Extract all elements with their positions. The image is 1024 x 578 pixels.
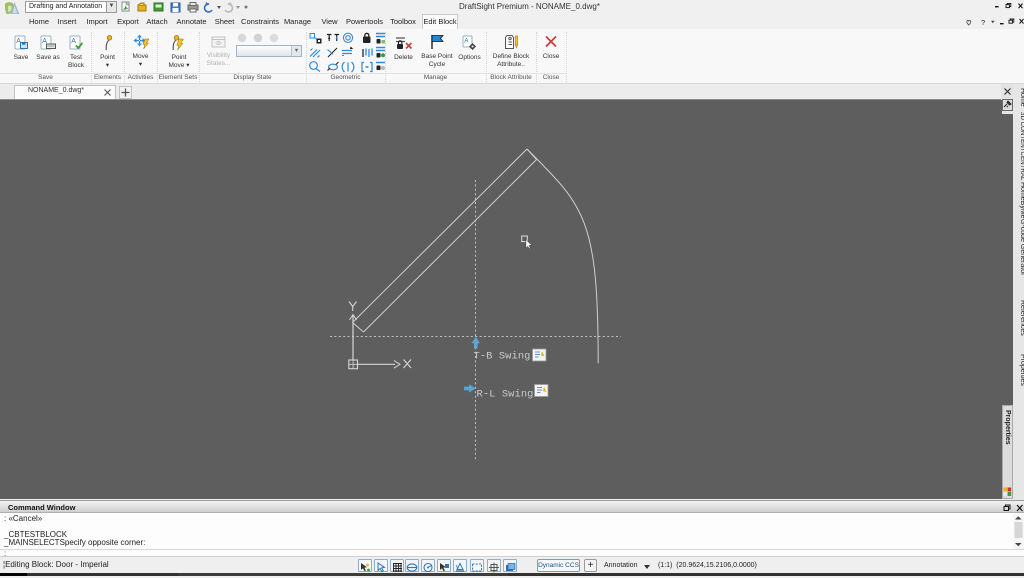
svg-text:Home: Home [1019, 88, 1024, 107]
svg-text:T-B Swing: T-B Swing [474, 351, 531, 363]
svg-text:References: References [1019, 300, 1024, 336]
svg-text:Properties: Properties [1019, 354, 1024, 386]
svg-text:A: A [464, 38, 469, 45]
svg-text:R-L Swing: R-L Swing [477, 389, 534, 401]
svg-text:3D CONTENTCENTRAL: 3D CONTENTCENTRAL [1019, 112, 1024, 181]
svg-text:HomeByMe: HomeByMe [1019, 182, 1024, 219]
svg-text:G-code Generator: G-code Generator [1019, 219, 1024, 276]
svg-text:A: A [71, 38, 76, 45]
svg-text:?: ? [981, 18, 985, 26]
